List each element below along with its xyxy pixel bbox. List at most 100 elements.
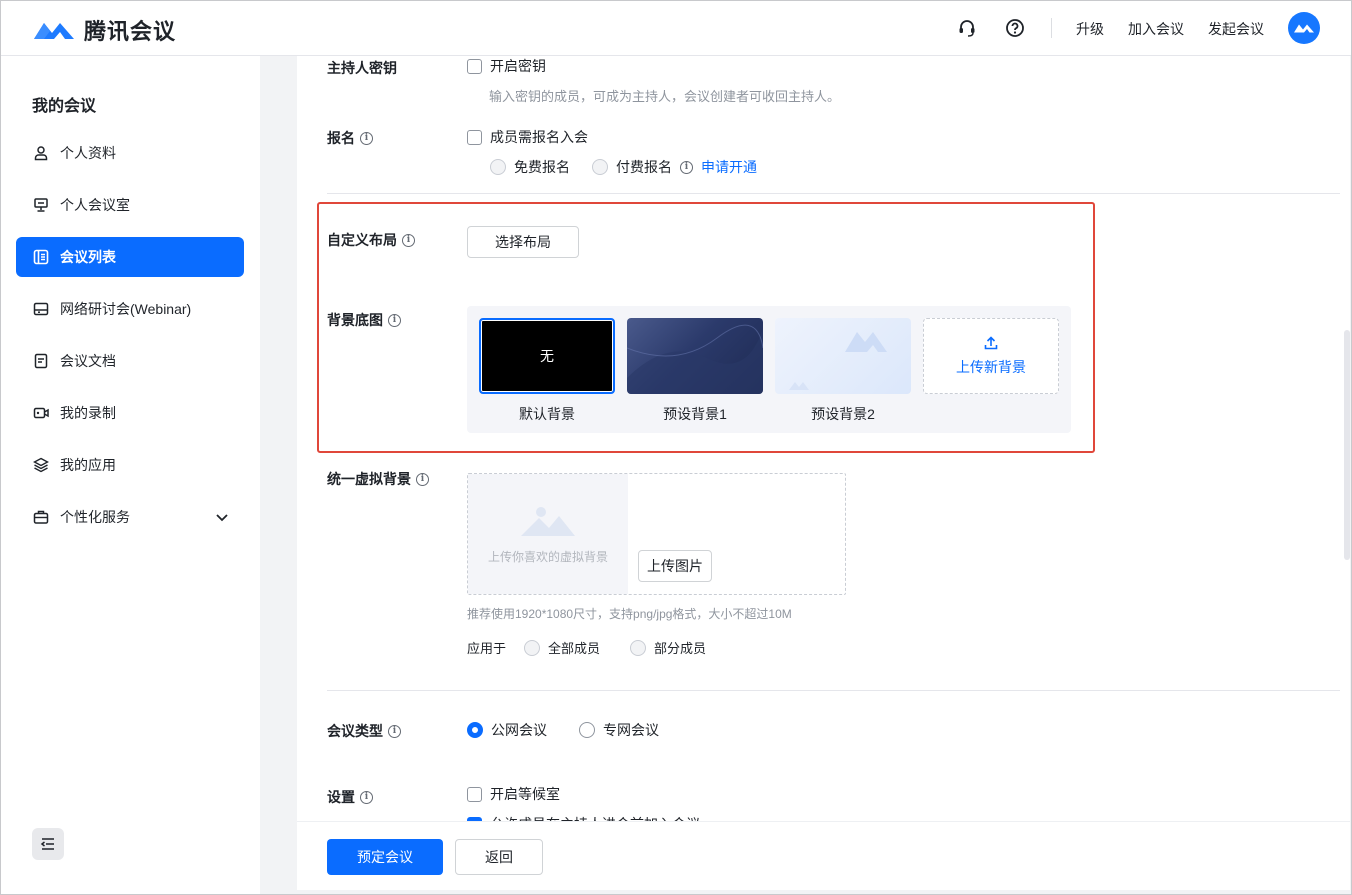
sidebar-item-personalized-service[interactable]: 个性化服务: [16, 497, 244, 537]
host-key-checkbox[interactable]: [467, 58, 482, 74]
sidebar-item-label: 网络研讨会(Webinar): [60, 301, 192, 317]
registration-checkbox-label: 成员需报名入会: [490, 129, 588, 145]
host-key-option[interactable]: 开启密钥: [467, 56, 546, 76]
registration-type-group: 免费报名 付费报名 i 申请开通: [490, 157, 757, 177]
sidebar-item-documents[interactable]: 会议文档: [16, 341, 244, 381]
default-background-thumb[interactable]: 无: [479, 318, 615, 394]
book-meeting-button[interactable]: 预定会议: [327, 839, 443, 875]
virtual-background-placeholder: 上传你喜欢的虚拟背景: [487, 549, 608, 564]
apply-to-group: 应用于 全部成员 部分成员: [467, 638, 706, 657]
info-icon[interactable]: i: [680, 160, 693, 174]
section-divider: [327, 690, 1340, 691]
avatar-logo-icon: [1294, 24, 1314, 33]
registration-label-text: 报名: [327, 130, 355, 146]
info-icon[interactable]: i: [402, 233, 415, 247]
preset-background-2-caption: 预设背景2: [811, 406, 875, 422]
meeting-type-label: 会议类型 i: [327, 721, 401, 741]
apps-icon: [32, 456, 50, 474]
all-members-label: 全部成员: [548, 641, 601, 656]
upgrade-link[interactable]: 升级: [1076, 19, 1104, 39]
info-icon[interactable]: i: [388, 724, 401, 738]
virtual-background-label-text: 统一虚拟背景: [327, 471, 411, 487]
meeting-type-group: 公网会议 专网会议: [467, 720, 659, 740]
image-placeholder-icon: [521, 506, 575, 536]
list-icon: [32, 248, 50, 266]
sidebar-item-profile[interactable]: 个人资料: [16, 133, 244, 173]
sidebar-item-label: 个性化服务: [60, 509, 130, 525]
custom-layout-label: 自定义布局 i: [327, 230, 415, 250]
custom-layout-label-text: 自定义布局: [327, 232, 397, 248]
background-options-panel: 无 默认背景 预设背景1 预设背景2 上传新背景: [467, 306, 1071, 433]
public-meeting-radio[interactable]: [467, 722, 483, 738]
sidebar-item-personal-room[interactable]: 个人会议室: [16, 185, 244, 225]
sidebar-item-apps[interactable]: 我的应用: [16, 445, 244, 485]
all-members-radio[interactable]: [524, 639, 541, 656]
headset-icon[interactable]: [957, 18, 977, 38]
paid-registration-radio[interactable]: [592, 159, 608, 175]
sidebar-item-label: 我的录制: [60, 405, 116, 421]
sidebar-item-recordings[interactable]: 我的录制: [16, 393, 244, 433]
upload-background-label: 上传新背景: [956, 359, 1026, 375]
partial-members-radio[interactable]: [630, 639, 647, 656]
free-registration-radio[interactable]: [490, 159, 506, 175]
sidebar-item-label: 个人资料: [60, 145, 116, 161]
join-meeting-link[interactable]: 加入会议: [1128, 19, 1184, 39]
header-divider: [1051, 18, 1052, 38]
upload-image-button[interactable]: 上传图片: [638, 550, 712, 582]
start-meeting-link[interactable]: 发起会议: [1208, 19, 1264, 39]
virtual-background-preview: 上传你喜欢的虚拟背景: [468, 474, 628, 594]
sidebar-item-label: 会议列表: [60, 249, 116, 265]
info-icon[interactable]: i: [416, 472, 429, 486]
apply-link[interactable]: 申请开通: [701, 157, 757, 177]
apply-to-label: 应用于: [467, 641, 507, 656]
meeting-type-label-text: 会议类型: [327, 723, 383, 739]
partial-members-label: 部分成员: [654, 641, 707, 656]
info-icon[interactable]: i: [360, 131, 373, 145]
sidebar-item-label: 会议文档: [60, 353, 116, 369]
registration-checkbox[interactable]: [467, 129, 482, 145]
host-key-hint: 输入密钥的成员，可成为主持人，会议创建者可收回主持人。: [489, 89, 841, 104]
background-label-text: 背景底图: [327, 312, 383, 328]
briefcase-icon: [32, 508, 50, 526]
waiting-room-option[interactable]: 开启等候室: [467, 784, 560, 804]
virtual-background-label: 统一虚拟背景 i: [327, 469, 429, 489]
info-icon[interactable]: i: [388, 313, 401, 327]
virtual-background-upload-area[interactable]: 上传你喜欢的虚拟背景 上传图片: [467, 473, 846, 595]
top-header: 腾讯会议 升级 加入会议 发起会议: [0, 0, 1352, 56]
preset-background-1-thumb[interactable]: [627, 318, 763, 394]
paid-registration-label: 付费报名: [616, 159, 672, 175]
user-icon: [32, 144, 50, 162]
webinar-icon: [32, 300, 50, 318]
scrollbar[interactable]: [1344, 330, 1350, 560]
record-icon: [32, 404, 50, 422]
waiting-room-checkbox[interactable]: [467, 786, 482, 802]
upload-icon: [984, 336, 998, 350]
room-icon: [32, 196, 50, 214]
preset-background-1-caption: 预设背景1: [663, 406, 727, 422]
free-registration-label: 免费报名: [514, 159, 570, 175]
meeting-form-panel: 主持人密钥 开启密钥 输入密钥的成员，可成为主持人，会议创建者可收回主持人。 报…: [297, 56, 1350, 890]
upload-background-button[interactable]: 上传新背景: [923, 318, 1059, 394]
private-meeting-radio[interactable]: [579, 722, 595, 738]
help-icon[interactable]: [1005, 18, 1025, 38]
back-button[interactable]: 返回: [455, 839, 543, 875]
registration-label: 报名 i: [327, 128, 373, 148]
public-meeting-label: 公网会议: [491, 722, 547, 738]
avatar[interactable]: [1288, 12, 1320, 44]
app-logo[interactable]: 腾讯会议: [32, 14, 176, 46]
sidebar-item-label: 个人会议室: [60, 197, 130, 213]
chevron-down-icon[interactable]: [214, 509, 230, 525]
registration-option[interactable]: 成员需报名入会: [467, 127, 588, 147]
settings-label: 设置 i: [327, 787, 373, 807]
select-layout-button[interactable]: 选择布局: [467, 226, 579, 258]
preset-background-2-thumb[interactable]: [775, 318, 911, 394]
info-icon[interactable]: i: [360, 790, 373, 804]
sidebar-item-label: 我的应用: [60, 457, 116, 473]
form-footer: 预定会议 返回: [297, 821, 1350, 890]
collapse-sidebar-button[interactable]: [32, 828, 64, 860]
sidebar-item-meeting-list[interactable]: 会议列表: [16, 237, 244, 277]
sidebar-item-webinar[interactable]: 网络研讨会(Webinar): [16, 289, 244, 329]
settings-label-text: 设置: [327, 789, 355, 805]
wave-pattern-icon: [627, 324, 763, 394]
sidebar-title: 我的会议: [32, 98, 97, 115]
